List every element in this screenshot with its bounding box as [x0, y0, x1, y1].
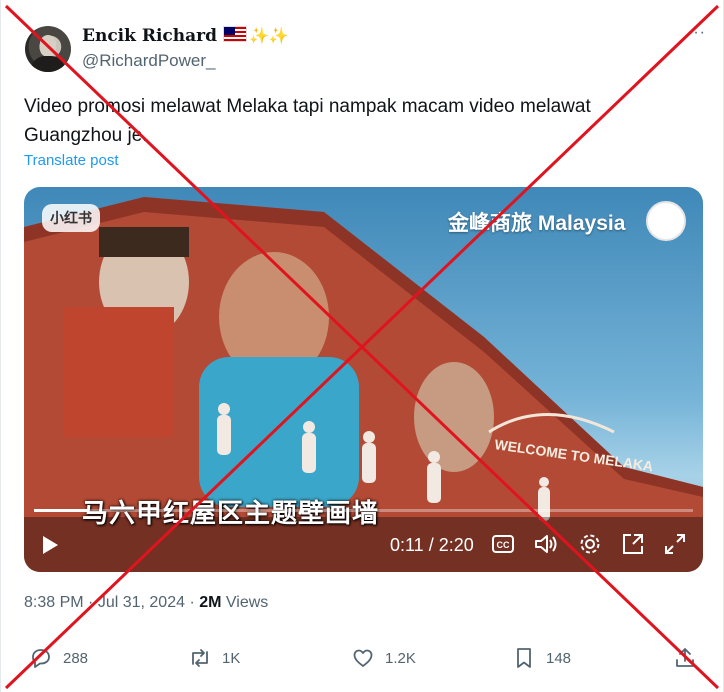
- settings-gear-icon[interactable]: [579, 533, 601, 555]
- captions-icon[interactable]: CC: [492, 535, 514, 553]
- more-options-icon[interactable]: ···: [687, 24, 706, 42]
- bookmark-count: 148: [546, 649, 572, 667]
- post-date[interactable]: Jul 31, 2024: [98, 594, 185, 611]
- share-button[interactable]: [673, 646, 707, 670]
- share-icon: [676, 648, 694, 667]
- translate-post-link[interactable]: Translate post: [24, 152, 119, 169]
- views-label: Views: [225, 594, 269, 611]
- video-brand-text: 金峰商旅 Malaysia: [448, 212, 626, 235]
- like-count: 1.2K: [385, 649, 416, 667]
- repost-button[interactable]: 1K: [188, 646, 240, 670]
- avatar[interactable]: [25, 26, 71, 72]
- bookmark-button[interactable]: 148: [512, 646, 571, 670]
- progress-fill: [34, 509, 87, 512]
- action-bar: 288 1K 1.2K 148: [1, 646, 724, 682]
- picture-in-picture-icon[interactable]: [622, 533, 644, 555]
- tweet-meta: 8:38 PM · Jul 31, 2024 · 2M Views: [24, 594, 269, 611]
- video-time: 0:11 / 2:20: [390, 535, 474, 555]
- brand-logo-icon: [646, 201, 686, 241]
- progress-track[interactable]: [34, 509, 693, 512]
- reply-button[interactable]: 288: [29, 646, 88, 670]
- author-display-name[interactable]: Encik Richard: [82, 26, 217, 46]
- bookmark-icon: [517, 648, 531, 668]
- video-controls: 0:11 / 2:20 CC: [24, 523, 703, 563]
- play-icon[interactable]: [40, 535, 60, 555]
- repost-icon: [192, 649, 208, 667]
- like-button[interactable]: 1.2K: [351, 646, 416, 670]
- malaysia-flag-icon: [222, 26, 247, 42]
- video-player[interactable]: WELCOME TO MELAKA 小红书 金峰商旅 Malaysia 马六甲红…: [24, 187, 703, 572]
- repost-count: 1K: [222, 649, 241, 667]
- reply-count: 288: [63, 649, 89, 667]
- author-handle[interactable]: @RichardPower_: [82, 51, 215, 71]
- sparkles-icon: ✨✨: [248, 26, 289, 45]
- heart-icon: [353, 649, 373, 667]
- xiaohongshu-watermark: 小红书: [42, 204, 100, 232]
- svg-text:CC: CC: [497, 540, 510, 550]
- reply-icon: [32, 649, 50, 668]
- tweet-text: Video promosi melawat Melaka tapi nampak…: [24, 96, 591, 146]
- views-count: 2M: [199, 594, 222, 611]
- author-name-row[interactable]: Encik Richard ✨✨: [82, 26, 289, 46]
- fullscreen-icon[interactable]: [664, 533, 686, 555]
- tweet-card: Encik Richard ✨✨ @RichardPower_ ··· Video…: [0, 0, 724, 692]
- volume-icon[interactable]: [534, 533, 558, 555]
- post-time[interactable]: 8:38 PM: [24, 594, 84, 611]
